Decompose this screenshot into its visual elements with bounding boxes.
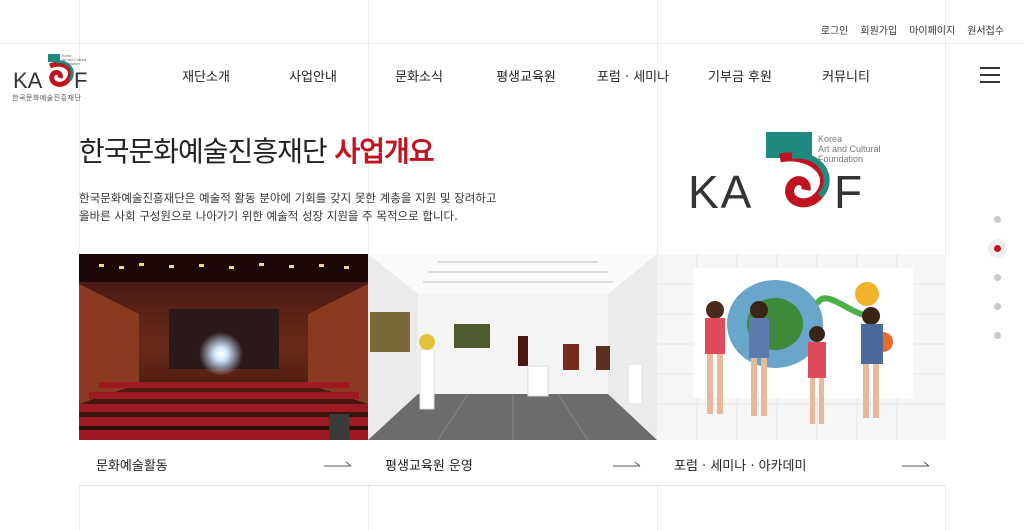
pagination-dot-active[interactable] (988, 239, 1007, 258)
signup-link[interactable]: 회원가입 (860, 22, 897, 37)
application-link[interactable]: 원서접수 (967, 22, 1004, 37)
pagination-dot[interactable] (994, 332, 1001, 339)
mypage-link[interactable]: 마이페이지 (909, 22, 955, 37)
card-lifelong-education[interactable]: 평생교육원 운영 (368, 254, 657, 486)
card-culture-activities[interactable]: 문화예술활동 (79, 254, 368, 486)
svg-text:F: F (74, 68, 87, 92)
svg-text:Foundation: Foundation (818, 154, 863, 164)
gallery-image (368, 254, 657, 440)
arrow-right-icon (902, 461, 930, 467)
description-line: 올바른 사회 구성원으로 나아가기 위한 예술적 성장 지원을 주 목적으로 합… (79, 209, 458, 223)
utility-nav: 로그인 회원가입 마이페이지 원서접수 (821, 22, 1004, 37)
nav-item-education[interactable]: 평생교육원 (496, 66, 556, 85)
card-label: 포럼 · 세미나 · 아카데미 (674, 459, 807, 474)
menu-icon[interactable] (980, 67, 1000, 83)
pagination-dot[interactable] (994, 274, 1001, 281)
card-forum-seminar-academy[interactable]: 포럼 · 세미나 · 아카데미 (657, 254, 946, 486)
svg-text:F: F (834, 166, 862, 214)
arrow-right-icon (324, 461, 352, 467)
card-divider (657, 485, 946, 486)
kacf-logo-mark: KA F Korea Art and Cultural Foundation (13, 54, 87, 93)
foundation-logo: KA F Korea Art and Cultural Foundation (688, 132, 918, 218)
svg-text:KA: KA (688, 166, 753, 214)
card-label: 문화예술활동 (96, 459, 168, 474)
svg-text:Foundation: Foundation (62, 62, 80, 66)
header-divider (0, 43, 1024, 44)
card-divider (79, 485, 368, 486)
svg-text:Korea: Korea (818, 134, 842, 144)
kids-painting-image (657, 254, 946, 440)
nav-item-news[interactable]: 문화소식 (395, 66, 443, 85)
page-description: 한국문화예술진흥재단은 예술적 활동 분야에 기회를 갖지 못한 계층을 지원 … (79, 189, 519, 225)
concert-hall-image (79, 254, 368, 440)
nav-item-donation[interactable]: 기부금 후원 (708, 66, 772, 85)
main-nav: 재단소개 사업안내 문화소식 평생교육원 포럼 · 세미나 기부금 후원 커뮤니… (150, 66, 910, 86)
nav-item-business[interactable]: 사업안내 (289, 66, 337, 85)
login-link[interactable]: 로그인 (821, 22, 849, 37)
title-accent: 사업개요 (334, 135, 435, 168)
page-title: 한국문화예술진흥재단 사업개요 (79, 130, 435, 170)
logo-caption: 한국문화예술진흥재단 (12, 94, 82, 102)
svg-text:Art and Cultural: Art and Cultural (818, 144, 881, 154)
svg-text:KA: KA (13, 68, 43, 92)
arrow-right-icon (613, 461, 641, 467)
nav-item-about[interactable]: 재단소개 (182, 66, 230, 85)
description-line: 한국문화예술진흥재단은 예술적 활동 분야에 기회를 갖지 못한 계층을 지원 … (79, 191, 497, 205)
nav-item-forum[interactable]: 포럼 · 세미나 (597, 66, 669, 85)
card-divider (368, 485, 657, 486)
title-main: 한국문화예술진흥재단 (79, 135, 328, 168)
card-label: 평생교육원 운영 (385, 459, 473, 474)
nav-item-community[interactable]: 커뮤니티 (822, 66, 870, 85)
pagination-dot[interactable] (994, 216, 1001, 223)
pagination-dot[interactable] (994, 303, 1001, 310)
